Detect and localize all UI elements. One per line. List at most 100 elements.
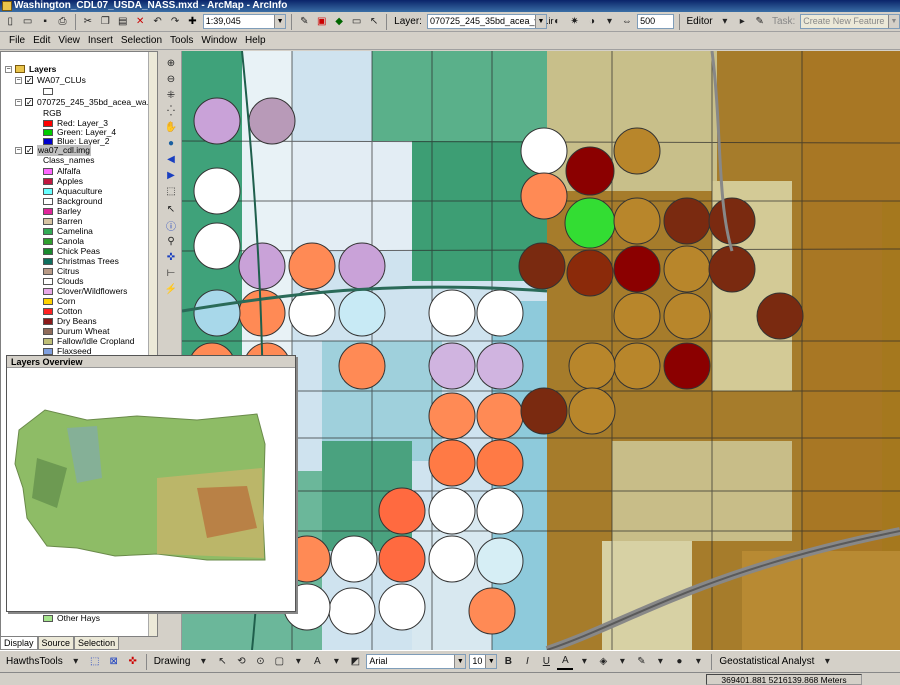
toc-layer-clus[interactable]: − ✓ WA07_CLUs [15,75,145,86]
flicker-rate-input[interactable]: 500 [637,14,674,29]
italic-button[interactable]: I [519,654,535,670]
task-combo[interactable]: Create New Feature ▼ [800,14,900,29]
collapse-icon[interactable]: − [5,66,12,73]
font-color-button[interactable]: A [557,654,574,670]
chevron-down-icon[interactable]: ▾ [328,654,344,670]
collapse-icon[interactable]: − [15,77,22,84]
class-swatch[interactable] [43,348,53,355]
full-extent-icon[interactable]: ● [163,135,179,151]
tab-selection[interactable]: Selection [74,637,120,650]
class-swatch[interactable] [43,248,53,255]
text-icon[interactable]: A [309,654,325,670]
swipe-icon[interactable]: ▾ [602,14,616,30]
chevron-down-icon[interactable]: ▾ [195,654,211,670]
layer-visibility-checkbox[interactable]: ✓ [25,98,33,107]
menu-tools[interactable]: Tools [167,35,196,46]
class-swatch[interactable] [43,338,53,345]
chevron-down-icon[interactable]: ▾ [652,654,668,670]
find-icon[interactable]: ⚲ [163,233,179,249]
hyperlink-icon[interactable]: ⚡ [163,281,179,297]
zoom-in-icon[interactable]: ⊕ [163,55,179,71]
undo-icon[interactable]: ↶ [150,14,164,30]
select-elements-icon[interactable]: ↖ [214,654,230,670]
arctoolbox-icon[interactable]: ▣ [314,14,328,30]
tab-source[interactable]: Source [37,637,75,650]
collapse-icon[interactable]: − [15,147,22,154]
band-swatch[interactable] [43,129,53,136]
zoom-whole-page-icon[interactable]: ⊙ [252,654,268,670]
transparency-icon[interactable]: ◑ [585,14,599,30]
class-swatch[interactable] [43,615,53,622]
fixed-zoom-out-icon[interactable]: ⁛ [163,103,179,119]
rotate-icon[interactable]: ⟲ [233,654,249,670]
tab-display[interactable]: Display [0,637,38,650]
geostatistical-analyst-menu[interactable]: Geostatistical Analyst [717,656,816,667]
redo-icon[interactable]: ↷ [168,14,182,30]
chevron-down-icon[interactable]: ▾ [718,14,732,30]
overview-map[interactable] [7,368,295,611]
add-data-icon[interactable]: ✚ [185,14,199,30]
cut-icon[interactable]: ✂ [81,14,95,30]
sketch-tool-icon[interactable]: ✎ [753,14,767,30]
identify-icon[interactable]: ⓘ [163,217,179,233]
line-color-icon[interactable]: ✎ [633,654,649,670]
editor-menu[interactable]: Editor [685,16,715,27]
class-swatch[interactable] [43,218,53,225]
map-scale-combo[interactable]: 1:39,045 ▼ [202,14,287,29]
band-swatch[interactable] [43,120,53,127]
copy-icon[interactable]: ❐ [98,14,112,30]
clear-selection-icon[interactable]: ⊠ [106,654,122,670]
new-document-icon[interactable]: ▯ [3,14,17,30]
class-swatch[interactable] [43,188,53,195]
chevron-down-icon[interactable]: ▾ [68,654,84,670]
font-combo[interactable]: Arial ▼ [366,654,467,669]
chevron-down-icon[interactable]: ▾ [614,654,630,670]
select-elements-icon[interactable]: ↖ [163,201,179,217]
class-swatch[interactable] [43,318,53,325]
fill-color-icon[interactable]: ◈ [595,654,611,670]
edit-tool-icon[interactable]: ▸ [735,14,749,30]
class-swatch[interactable] [43,258,53,265]
back-extent-icon[interactable]: ◀ [163,151,179,167]
class-swatch[interactable] [43,168,53,175]
delete-icon[interactable]: ✕ [133,14,147,30]
command-line-icon[interactable]: ▭ [349,14,363,30]
model-builder-icon[interactable]: ◆ [332,14,346,30]
marker-color-icon[interactable]: ● [671,654,687,670]
class-swatch[interactable] [43,208,53,215]
class-swatch[interactable] [43,298,53,305]
menu-view[interactable]: View [55,35,83,46]
menu-help[interactable]: Help [242,35,269,46]
class-swatch[interactable] [43,288,53,295]
go-to-xy-icon[interactable]: ✜ [163,249,179,265]
crosshair-icon[interactable]: ✜ [125,654,141,670]
chevron-down-icon[interactable]: ▾ [290,654,306,670]
paste-icon[interactable]: ▤ [116,14,130,30]
selection-box-icon[interactable]: ⬚ [87,654,103,670]
class-swatch[interactable] [43,228,53,235]
chevron-down-icon[interactable]: ▾ [576,654,592,670]
class-swatch[interactable] [43,178,53,185]
collapse-icon[interactable]: − [15,99,22,106]
underline-button[interactable]: U [538,654,554,670]
measure-icon[interactable]: ⊢ [163,265,179,281]
select-features-icon[interactable]: ⬚ [163,183,179,199]
menu-file[interactable]: File [6,35,28,46]
menu-selection[interactable]: Selection [118,35,165,46]
fixed-zoom-in-icon[interactable]: ⁜ [163,87,179,103]
zoom-out-icon[interactable]: ⊖ [163,71,179,87]
open-icon[interactable]: ▭ [20,14,34,30]
help-arrow-icon[interactable]: ↖ [367,14,381,30]
brightness-icon[interactable]: ✷ [567,14,581,30]
save-icon[interactable]: ▪ [38,14,52,30]
band-swatch[interactable] [43,138,53,145]
toc-layer-image[interactable]: − ✓ 070725_245_35bd_acea_wa.img [15,97,157,108]
effects-layer-combo[interactable]: 070725_245_35bd_acea_wa.ir ▼ [426,14,554,29]
class-swatch[interactable] [43,198,53,205]
edit-vertices-icon[interactable]: ◩ [347,654,363,670]
class-swatch[interactable] [43,268,53,275]
rectangle-icon[interactable]: ▢ [271,654,287,670]
chevron-down-icon[interactable]: ▾ [690,654,706,670]
flicker-icon[interactable]: ⇔ [620,14,634,30]
class-swatch[interactable] [43,278,53,285]
